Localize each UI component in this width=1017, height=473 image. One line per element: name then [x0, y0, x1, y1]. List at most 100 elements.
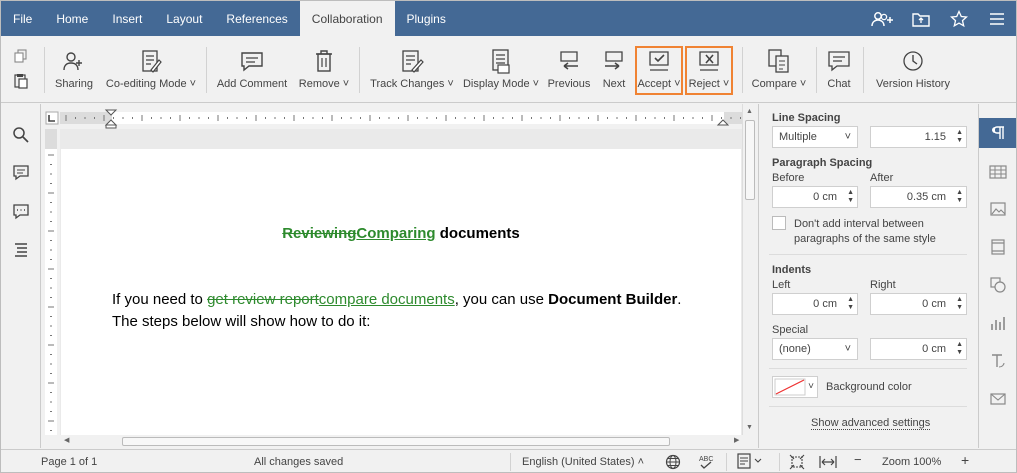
tab-references[interactable]: References	[214, 1, 299, 36]
save-status: All changes saved	[254, 456, 344, 468]
spinner-arrows-icon[interactable]: ▲ ▼	[956, 341, 963, 357]
paragraph-settings-tab[interactable]	[979, 118, 1016, 148]
track-changes-button[interactable]: Track Changes ˅	[370, 47, 454, 95]
globe-icon[interactable]	[665, 454, 681, 472]
navigation-icon[interactable]	[12, 240, 30, 258]
sharing-button[interactable]: Sharing	[54, 47, 94, 95]
image-settings-tab[interactable]	[979, 194, 1016, 224]
search-icon[interactable]	[12, 126, 30, 144]
chart-icon	[991, 317, 1005, 330]
chart-settings-tab[interactable]	[979, 308, 1016, 338]
dont-add-interval-checkbox[interactable]	[772, 216, 786, 230]
tab-layout[interactable]: Layout	[154, 1, 214, 36]
hamburger-menu-icon[interactable]	[978, 1, 1016, 36]
document-heading[interactable]: ReviewingComparing documents	[61, 225, 741, 242]
version-history-button[interactable]: Version History	[874, 47, 952, 95]
tab-collaboration[interactable]: Collaboration	[299, 1, 395, 37]
vertical-scroll-thumb[interactable]	[745, 120, 755, 200]
fit-page-icon[interactable]	[789, 454, 805, 472]
coediting-icon	[139, 47, 163, 75]
next-button[interactable]: Next	[600, 47, 628, 95]
input-value: 0 cm	[813, 298, 837, 310]
deleted-text[interactable]: Reviewing	[282, 225, 356, 242]
reject-button[interactable]: Reject ˅	[687, 47, 731, 95]
background-color-picker[interactable]: ˅	[772, 376, 818, 398]
panel-divider	[769, 368, 967, 369]
spinner-arrows-icon[interactable]: ▲ ▼	[956, 129, 963, 145]
tab-file[interactable]: File	[1, 1, 44, 36]
paste-icon[interactable]	[13, 73, 29, 92]
fit-width-icon[interactable]	[819, 454, 837, 472]
spacing-before-input[interactable]: 0 cm ▲ ▼	[772, 186, 858, 208]
spinner-arrows-icon[interactable]: ▲ ▼	[956, 296, 963, 312]
header-footer-settings-tab[interactable]	[979, 232, 1016, 262]
line-spacing-mode-select[interactable]: Multiple ˅	[772, 126, 858, 148]
background-color-label: Background color	[826, 381, 912, 393]
document-page[interactable]: ReviewingComparing documents If you need…	[61, 149, 741, 435]
spinner-arrows-icon[interactable]: ▲ ▼	[956, 189, 963, 205]
vertical-ruler[interactable]	[42, 129, 60, 435]
scroll-down-arrow[interactable]: ▼	[746, 424, 753, 431]
spinner-arrows-icon[interactable]: ▲ ▼	[847, 296, 854, 312]
text-art-settings-tab[interactable]	[979, 346, 1016, 376]
zoom-in-button[interactable]: +	[961, 452, 969, 468]
deleted-text[interactable]: get review report	[207, 291, 319, 308]
table-settings-tab[interactable]	[979, 157, 1016, 187]
remove-button[interactable]: Remove ˅	[298, 47, 350, 95]
coediting-mode-button[interactable]: Co-editing Mode ˅	[105, 47, 197, 95]
document-paragraph[interactable]: If you need to get review reportcompare …	[112, 289, 732, 333]
language-selector[interactable]: English (United States) ˄	[522, 456, 644, 468]
tab-home[interactable]: Home	[44, 1, 100, 36]
no-color-icon	[774, 378, 806, 396]
inserted-text[interactable]: compare documents	[319, 291, 455, 308]
tab-plugins[interactable]: Plugins	[395, 1, 458, 36]
track-changes-status-icon[interactable]	[737, 453, 763, 472]
compare-button[interactable]: Compare ˅	[751, 47, 807, 95]
add-user-icon[interactable]	[864, 1, 902, 36]
paragraph-text: If you need to	[112, 291, 208, 308]
after-label: After	[870, 172, 894, 184]
document-canvas[interactable]: ReviewingComparing documents If you need…	[60, 129, 742, 435]
scroll-left-arrow[interactable]: ◀	[64, 436, 69, 444]
accept-button[interactable]: Accept ˅	[637, 47, 681, 95]
spellcheck-icon[interactable]: ABC	[698, 453, 714, 472]
horizontal-scroll-thumb[interactable]	[122, 437, 670, 446]
shape-settings-tab[interactable]	[979, 270, 1016, 300]
add-comment-button[interactable]: Add Comment	[216, 47, 288, 95]
page-indicator[interactable]: Page 1 of 1	[41, 456, 97, 468]
line-spacing-value-input[interactable]: 1.15 ▲ ▼	[870, 126, 967, 148]
vertical-scrollbar[interactable]: ▲ ▼	[742, 104, 757, 435]
show-advanced-settings-link[interactable]: Show advanced settings	[811, 417, 931, 430]
editor-window: File Home Insert Layout References Colla…	[0, 0, 1017, 473]
inserted-text[interactable]: Comparing	[356, 225, 435, 242]
star-icon[interactable]	[940, 1, 978, 36]
scroll-up-arrow[interactable]: ▲	[746, 108, 753, 115]
chevron-up-icon: ˄	[637, 456, 644, 468]
display-mode-button[interactable]: Display Mode ˅	[462, 47, 540, 95]
left-indent-input[interactable]: 0 cm ▲ ▼	[772, 293, 858, 315]
special-indent-input[interactable]: 0 cm ▲ ▼	[870, 338, 967, 360]
chat-button[interactable]: Chat	[825, 47, 853, 95]
panel-divider	[769, 406, 967, 407]
scroll-right-arrow[interactable]: ▶	[734, 436, 739, 444]
paragraph-text: The steps below will show how to do it:	[112, 313, 371, 330]
copy-icon[interactable]	[13, 49, 29, 66]
input-value: 0 cm	[922, 343, 946, 355]
special-indent-select[interactable]: (none) ˅	[772, 338, 858, 360]
previous-label: Previous	[547, 78, 591, 90]
right-indent-input[interactable]: 0 cm ▲ ▼	[870, 293, 967, 315]
comments-icon[interactable]	[12, 164, 30, 182]
horizontal-ruler[interactable]	[42, 104, 757, 129]
spinner-arrows-icon[interactable]: ▲ ▼	[847, 189, 854, 205]
input-value: 0 cm	[922, 298, 946, 310]
mail-merge-settings-tab[interactable]	[979, 384, 1016, 414]
spacing-after-input[interactable]: 0.35 cm ▲ ▼	[870, 186, 967, 208]
chat-label: Chat	[827, 78, 851, 90]
previous-button[interactable]: Previous	[547, 47, 591, 95]
folder-open-icon[interactable]	[902, 1, 940, 36]
zoom-level[interactable]: Zoom 100%	[882, 456, 941, 468]
horizontal-scrollbar[interactable]: ◀ ▶	[60, 435, 757, 448]
zoom-out-button[interactable]: −	[854, 452, 862, 467]
chat-icon[interactable]	[12, 202, 30, 220]
tab-insert[interactable]: Insert	[100, 1, 154, 36]
